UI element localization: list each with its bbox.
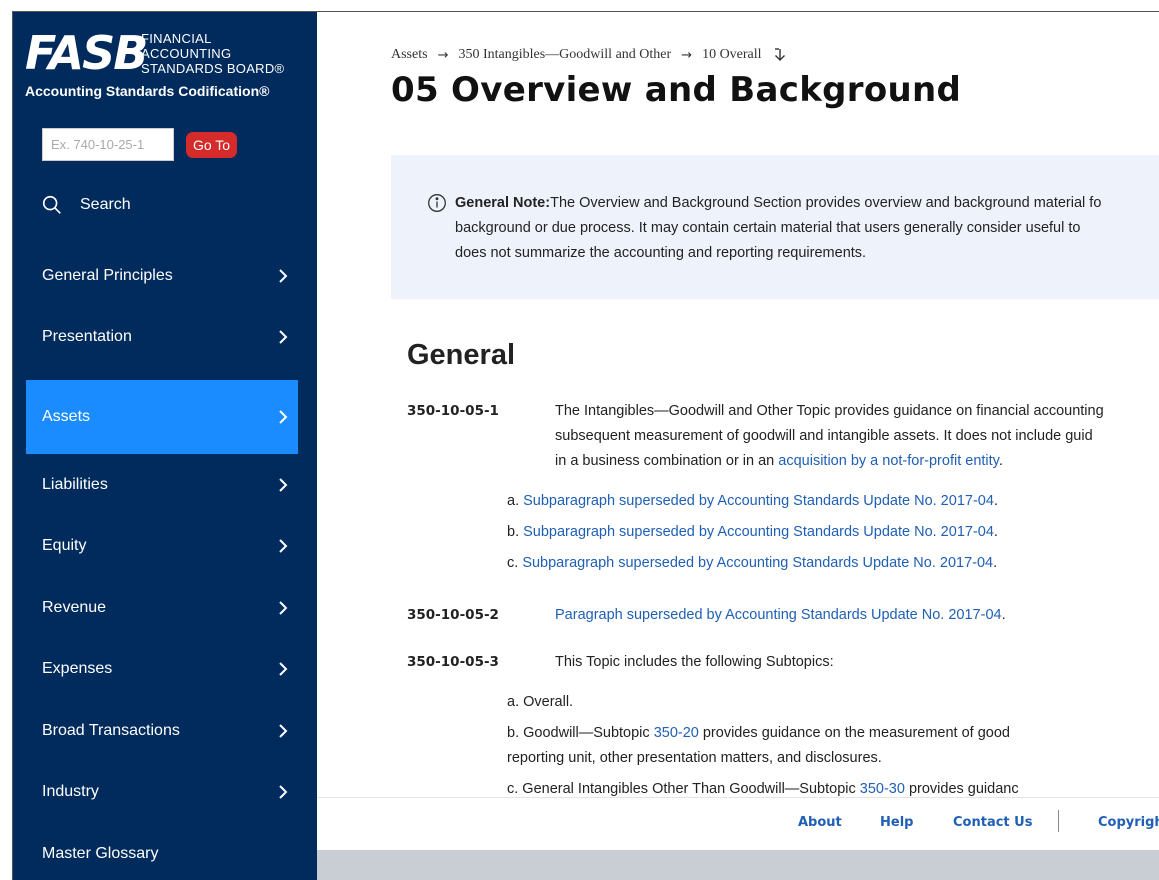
footer-link-copyright[interactable]: Copyright: [1098, 815, 1159, 830]
subtopic-b: b. Goodwill—Subtopic 350-20 provides gui…: [507, 725, 1010, 741]
chevron-right-icon: [279, 330, 288, 344]
subparagraph-c: c. Subparagraph superseded by Accounting…: [507, 555, 998, 571]
glossary-link-nfp-acquisition[interactable]: acquisition by a not-for-profit entity: [778, 453, 999, 469]
sidebar-item-expenses[interactable]: Expenses: [26, 639, 298, 699]
page-title: 05 Overview and Background: [391, 70, 962, 110]
paragraph-number[interactable]: 350-10-05-2: [407, 603, 499, 628]
sidebar: FASB Financial Accounting Standards Boar…: [13, 12, 317, 880]
paragraph-350-10-05-2: 350-10-05-2 Paragraph superseded by Acco…: [407, 603, 1159, 628]
section-heading: General: [407, 339, 515, 371]
general-note-text: General Note:The Overview and Background…: [455, 195, 1102, 261]
chevron-right-icon: [279, 601, 288, 615]
arrow-right-icon: →: [437, 47, 449, 63]
footer: About Help Contact Us Copyright: [317, 797, 1159, 850]
subparagraph-a: a. Subparagraph superseded by Accounting…: [507, 493, 998, 509]
logo-mark: FASB: [25, 26, 148, 80]
chevron-right-icon: [279, 539, 288, 553]
fasb-logo[interactable]: FASB Financial Accounting Standards Boar…: [25, 26, 310, 99]
sidebar-item-liabilities[interactable]: Liabilities: [26, 455, 298, 515]
main-content: Assets → 350 Intangibles—Goodwill and Ot…: [317, 12, 1159, 880]
paragraph-350-10-05-1: 350-10-05-1 The Intangibles—Goodwill and…: [407, 399, 1159, 479]
footer-link-help[interactable]: Help: [880, 815, 913, 830]
subparagraph-b: b. Subparagraph superseded by Accounting…: [507, 524, 998, 540]
footer-band: [317, 850, 1159, 880]
chevron-right-icon: [279, 478, 288, 492]
sidebar-item-broad-transactions[interactable]: Broad Transactions: [26, 701, 298, 761]
subtopic-link-350-30[interactable]: 350-30: [860, 781, 905, 797]
sidebar-item-general-principles[interactable]: General Principles: [26, 246, 298, 306]
sidebar-item-assets[interactable]: Assets: [26, 380, 298, 454]
paragraph-number[interactable]: 350-10-05-1: [407, 399, 499, 424]
subtopic-link-350-20[interactable]: 350-20: [654, 725, 699, 741]
goto-input[interactable]: [42, 128, 174, 161]
footer-divider: [1058, 810, 1059, 832]
search-button[interactable]: Search: [41, 190, 131, 220]
asu-link[interactable]: Subparagraph superseded by Accounting St…: [523, 524, 994, 540]
chevron-right-icon: [279, 410, 288, 424]
app-window: FASB Financial Accounting Standards Boar…: [12, 11, 1159, 880]
subtopic-b-line2: reporting unit, other presentation matte…: [507, 750, 882, 766]
sidebar-item-equity[interactable]: Equity: [26, 516, 298, 576]
footer-link-contact-us[interactable]: Contact Us: [953, 815, 1032, 830]
paragraph-body: The Intangibles—Goodwill and Other Topic…: [555, 403, 1104, 469]
asu-link[interactable]: Subparagraph superseded by Accounting St…: [522, 555, 993, 571]
general-note: General Note:The Overview and Background…: [391, 155, 1159, 299]
goto-button[interactable]: Go To: [186, 132, 237, 158]
breadcrumb: Assets → 350 Intangibles—Goodwill and Ot…: [391, 47, 786, 63]
sidebar-item-master-glossary[interactable]: Master Glossary: [26, 824, 298, 880]
logo-org-name: Financial Accounting Standards Board®: [141, 31, 285, 76]
search-icon: [42, 195, 61, 214]
arrow-right-icon: →: [681, 47, 693, 63]
info-icon: [428, 194, 446, 212]
subtopic-a: a. Overall.: [507, 694, 574, 710]
paragraph-350-10-05-3: 350-10-05-3 This Topic includes the foll…: [407, 650, 1159, 675]
arrow-down-icon[interactable]: [774, 48, 786, 62]
footer-link-about[interactable]: About: [798, 815, 842, 830]
search-label: Search: [80, 196, 131, 213]
breadcrumb-item-topic[interactable]: 350 Intangibles—Goodwill and Other: [458, 47, 671, 63]
chevron-right-icon: [279, 269, 288, 283]
paragraph-number[interactable]: 350-10-05-3: [407, 650, 499, 675]
logo-subtitle: Accounting Standards Codification®: [25, 83, 270, 99]
chevron-right-icon: [279, 785, 288, 799]
breadcrumb-item-assets[interactable]: Assets: [391, 47, 428, 63]
sidebar-item-industry[interactable]: Industry: [26, 762, 298, 822]
chevron-right-icon: [279, 724, 288, 738]
asu-link[interactable]: Subparagraph superseded by Accounting St…: [523, 493, 994, 509]
breadcrumb-item-subtopic[interactable]: 10 Overall: [702, 47, 761, 63]
chevron-right-icon: [279, 662, 288, 676]
sidebar-item-revenue[interactable]: Revenue: [26, 578, 298, 638]
asu-link[interactable]: Paragraph superseded by Accounting Stand…: [555, 607, 1002, 623]
sidebar-item-presentation[interactable]: Presentation: [26, 307, 298, 367]
